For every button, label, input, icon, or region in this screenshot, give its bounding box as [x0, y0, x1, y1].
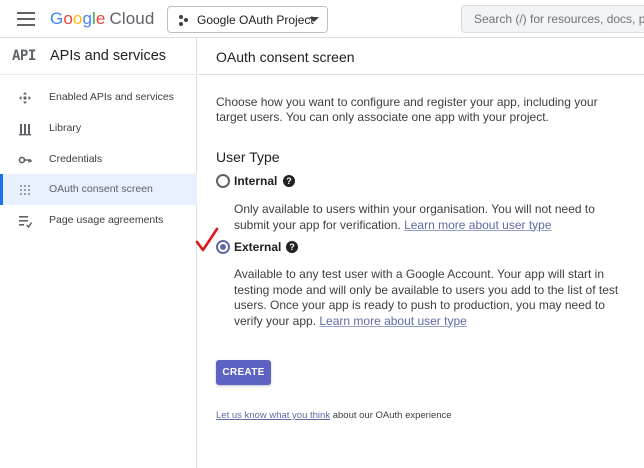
- project-icon: [179, 14, 188, 26]
- project-name: Google OAuth Project: [197, 12, 314, 27]
- user-type-heading: User Type: [216, 149, 280, 165]
- page-header: OAuth consent screen: [198, 38, 644, 75]
- sidebar-header: API APIs and services: [0, 38, 197, 75]
- external-help-icon[interactable]: ?: [286, 241, 298, 253]
- internal-label[interactable]: Internal: [234, 174, 277, 188]
- chevron-down-icon: [309, 17, 319, 22]
- project-selector[interactable]: Google OAuth Project: [167, 6, 328, 33]
- sidebar-title: APIs and services: [50, 48, 167, 64]
- internal-radio[interactable]: [216, 174, 230, 188]
- sidebar-item-library[interactable]: Library: [0, 113, 197, 144]
- external-label[interactable]: External: [234, 240, 281, 254]
- external-radio[interactable]: [216, 240, 230, 254]
- internal-learn-more-link[interactable]: Learn more about user type: [404, 218, 551, 232]
- external-description: Available to any test user with a Google…: [234, 267, 619, 328]
- sidebar-item-page-usage-agreements[interactable]: Page usage agreements: [0, 205, 197, 236]
- feedback-link[interactable]: Let us know what you think: [216, 410, 330, 421]
- main-content: OAuth consent screen Choose how you want…: [195, 38, 644, 468]
- sidebar-item-credentials[interactable]: Credentials: [0, 144, 197, 175]
- create-button[interactable]: CREATE: [216, 360, 271, 385]
- api-icon: API: [12, 48, 36, 64]
- internal-description: Only available to users within your orga…: [234, 202, 595, 232]
- sidebar-item-oauth-consent[interactable]: OAuth consent screen: [0, 174, 197, 205]
- google-cloud-logo[interactable]: Google Cloud: [50, 9, 154, 29]
- key-icon: [18, 156, 32, 164]
- menu-icon[interactable]: [17, 12, 35, 26]
- internal-help-icon[interactable]: ?: [283, 175, 295, 187]
- page-title: OAuth consent screen: [216, 49, 355, 65]
- sidebar-item-enabled-apis[interactable]: Enabled APIs and services: [0, 82, 197, 113]
- agreements-icon: [19, 216, 32, 228]
- search-input[interactable]: Search (/) for resources, docs, products…: [461, 5, 644, 33]
- top-bar: Google Cloud Google OAuth Project Search …: [0, 0, 644, 38]
- external-learn-more-link[interactable]: Learn more about user type: [319, 314, 466, 328]
- library-icon: [19, 124, 31, 136]
- feedback-text: Let us know what you think about our OAu…: [216, 410, 452, 421]
- sidebar: API APIs and services Enabled APIs and s…: [0, 38, 197, 468]
- intro-text: Choose how you want to configure and reg…: [216, 95, 598, 124]
- enabled-apis-icon: [19, 92, 31, 104]
- consent-screen-icon: [20, 185, 30, 195]
